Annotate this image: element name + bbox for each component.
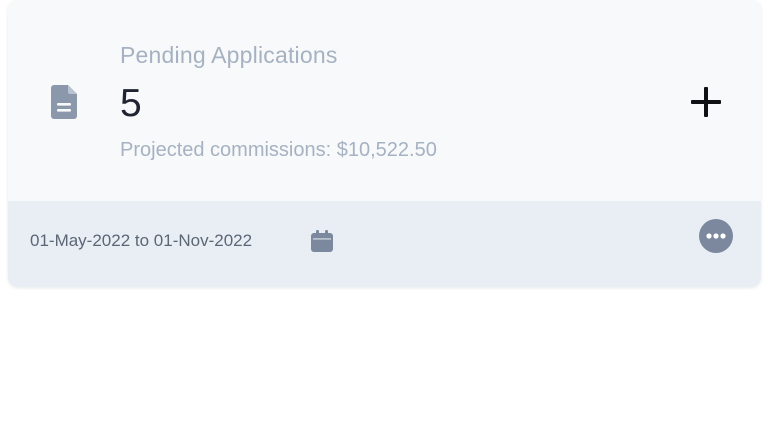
- card-footer: 01-May-2022 to 01-Nov-2022: [8, 201, 761, 287]
- projected-commissions: Projected commissions: $10,522.50: [120, 139, 437, 161]
- pending-count: 5: [120, 82, 142, 125]
- pending-applications-card: Pending Applications 5 Projected commiss…: [8, 0, 761, 287]
- document-icon: [51, 85, 77, 119]
- date-range: 01-May-2022 to 01-Nov-2022: [30, 231, 253, 250]
- add-button[interactable]: [688, 84, 724, 120]
- card-main: Pending Applications 5 Projected commiss…: [8, 0, 761, 201]
- more-options-button[interactable]: [698, 218, 734, 254]
- more-horizontal-icon: [699, 219, 733, 253]
- calendar-icon[interactable]: [309, 228, 335, 254]
- card-title: Pending Applications: [120, 42, 338, 68]
- plus-icon: [691, 87, 721, 117]
